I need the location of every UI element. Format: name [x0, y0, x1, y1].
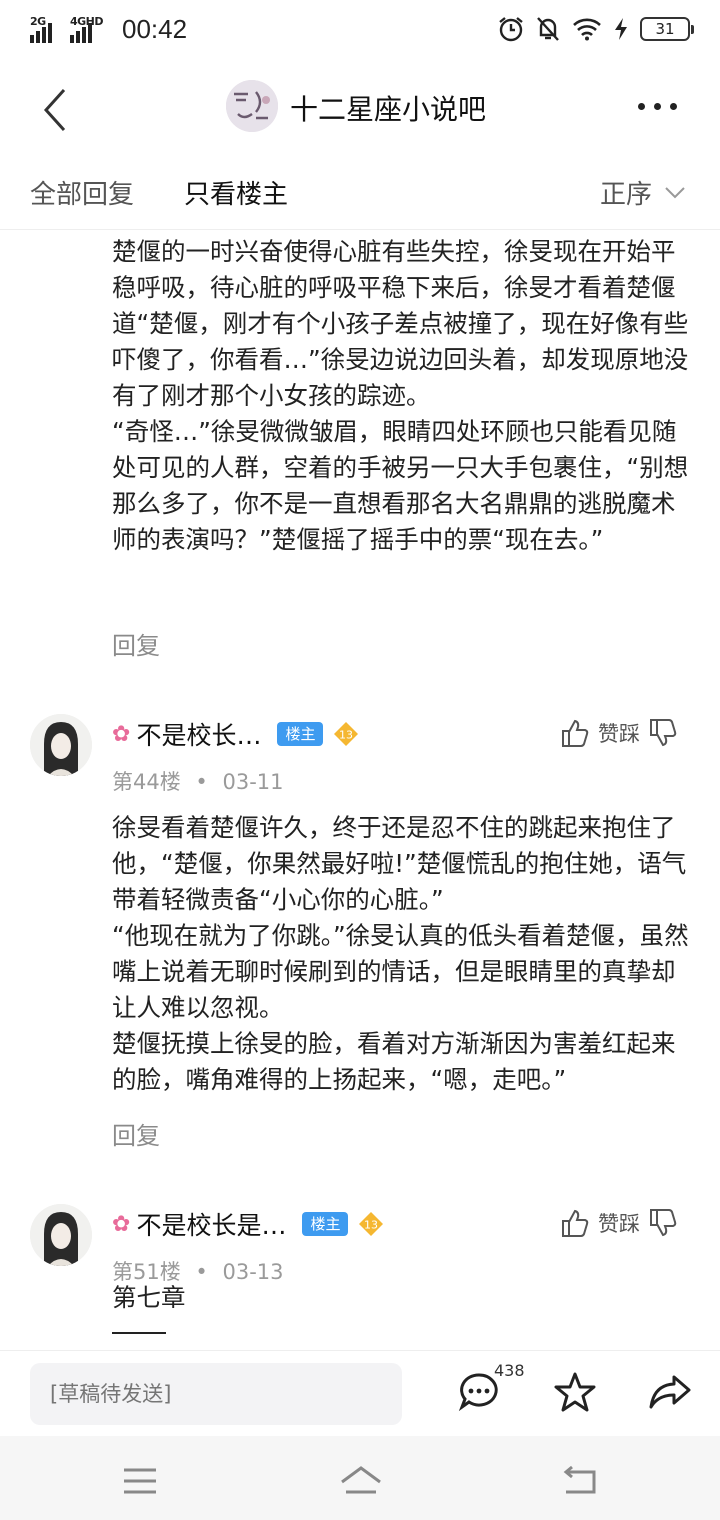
divider: [112, 1332, 166, 1334]
tab-all-replies[interactable]: 全部回复: [30, 174, 134, 211]
forum-avatar[interactable]: [226, 80, 278, 132]
post-date: 03-11: [222, 770, 284, 794]
menu-icon[interactable]: [120, 1464, 160, 1498]
reply-count: 438: [494, 1361, 525, 1380]
reply-input-bar: 438: [0, 1350, 720, 1436]
post-paragraph: “他现在就为了你跳。”徐旻认真的低头看着楚偃，虽然嘴上说着无聊时候刷到的情话，但…: [112, 921, 689, 1022]
post-author[interactable]: ✿ 不是校长是… 楼主 13: [112, 1206, 384, 1242]
sort-dropdown[interactable]: 正序: [600, 174, 686, 211]
star-icon: [554, 1372, 596, 1412]
thread-content: 楚偃的一时兴奋使得心脏有些失控，徐旻现在开始平稳呼吸，待心脏的呼吸平稳下来后，徐…: [0, 230, 720, 1350]
avatar[interactable]: [30, 1204, 92, 1266]
system-back-icon[interactable]: [560, 1464, 600, 1498]
cherry-blossom-icon: ✿: [112, 721, 131, 747]
vote-controls: 赞踩: [560, 1208, 678, 1238]
level-number: 13: [364, 1219, 378, 1232]
owner-badge: 楼主: [277, 722, 324, 746]
charging-bolt-icon: [615, 18, 627, 40]
back-button[interactable]: [30, 82, 80, 138]
reply-draft-input[interactable]: [30, 1363, 402, 1425]
post-body-partial: 楚偃的一时兴奋使得心脏有些失控，徐旻现在开始平稳呼吸，待心脏的呼吸平稳下来后，徐…: [0, 234, 720, 558]
meta-separator: •: [195, 770, 208, 794]
filter-tabs: 全部回复 只看楼主 正序: [0, 154, 720, 230]
nav-header: 十二星座小说吧: [0, 66, 720, 154]
tab-owner-only[interactable]: 只看楼主: [184, 174, 288, 211]
avatar[interactable]: [30, 714, 92, 776]
thumbs-down-icon[interactable]: [648, 1208, 678, 1238]
home-icon[interactable]: [338, 1464, 384, 1498]
user-avatar-icon: [30, 1204, 92, 1266]
forum-logo-icon: [226, 80, 278, 132]
post-paragraph: 楚偃抚摸上徐旻的脸，看着对方渐渐因为害羞红起来的脸，嘴角难得的上扬起来，“嗯，走…: [112, 1029, 676, 1094]
signal-4g-icon: 4GHD: [70, 15, 110, 45]
mute-bell-icon: [537, 17, 559, 41]
thumbs-up-icon[interactable]: [560, 718, 590, 748]
chevron-down-icon: [665, 186, 685, 198]
reply-button[interactable]: 回复: [112, 1116, 160, 1151]
battery-indicator: 31: [640, 17, 694, 41]
user-avatar-icon: [30, 714, 92, 776]
chapter-heading: 第七章: [112, 1283, 186, 1312]
thumbs-down-icon[interactable]: [648, 718, 678, 748]
favorite-button[interactable]: [554, 1371, 596, 1413]
level-badge-icon: 13: [359, 1212, 384, 1236]
status-bar: 2G 4GHD 00:42 31: [0, 0, 720, 66]
post-body: 徐旻看着楚偃许久，终于还是忍不住的跳起来抱住了他，“楚偃，你果然最好啦!”楚偃慌…: [0, 810, 720, 1098]
share-arrow-icon: [649, 1375, 691, 1409]
back-arrow-icon: [43, 88, 66, 132]
forum-title[interactable]: 十二星座小说吧: [290, 88, 486, 128]
more-dots-icon: [638, 102, 645, 110]
sort-label: 正序: [600, 180, 653, 210]
share-button[interactable]: [648, 1371, 692, 1413]
post-author[interactable]: ✿ 不是校长… 楼主 13: [112, 716, 359, 752]
thumbs-up-icon[interactable]: [560, 1208, 590, 1238]
owner-badge: 楼主: [302, 1212, 349, 1236]
level-number: 13: [339, 729, 353, 742]
signal-2g-icon: 2G: [30, 15, 64, 45]
wifi-icon: [573, 18, 601, 41]
cherry-blossom-icon: ✿: [112, 1211, 131, 1237]
system-navigation-bar: [0, 1436, 720, 1520]
vote-label: 赞踩: [598, 1212, 640, 1236]
alarm-icon: [499, 17, 523, 42]
username: 不是校长是…: [136, 1211, 287, 1240]
post-paragraph: 徐旻看着楚偃许久，终于还是忍不住的跳起来抱住了他，“楚偃，你果然最好啦!”楚偃慌…: [112, 813, 687, 914]
more-options-button[interactable]: [638, 96, 684, 116]
reply-button[interactable]: 回复: [112, 626, 160, 661]
level-badge-icon: 13: [334, 722, 359, 746]
floor-number: 第44楼: [112, 770, 181, 794]
post-meta: 第44楼 • 03-11: [112, 766, 284, 796]
post-paragraph: “奇怪…”徐旻微微皱眉，眼睛四处环顾也只能看见随处可见的人群，空着的手被另一只大…: [112, 417, 689, 554]
username: 不是校长…: [136, 721, 262, 750]
status-time: 00:42: [122, 14, 188, 44]
vote-label: 赞踩: [598, 722, 640, 746]
post-paragraph: 楚偃的一时兴奋使得心脏有些失控，徐旻现在开始平稳呼吸，待心脏的呼吸平稳下来后，徐…: [112, 237, 689, 410]
post-item: ✿ 不是校长… 楼主 13 第44楼 • 03-11 赞踩 徐旻看着楚偃许久，终…: [0, 714, 720, 1098]
vote-controls: 赞踩: [560, 718, 678, 748]
